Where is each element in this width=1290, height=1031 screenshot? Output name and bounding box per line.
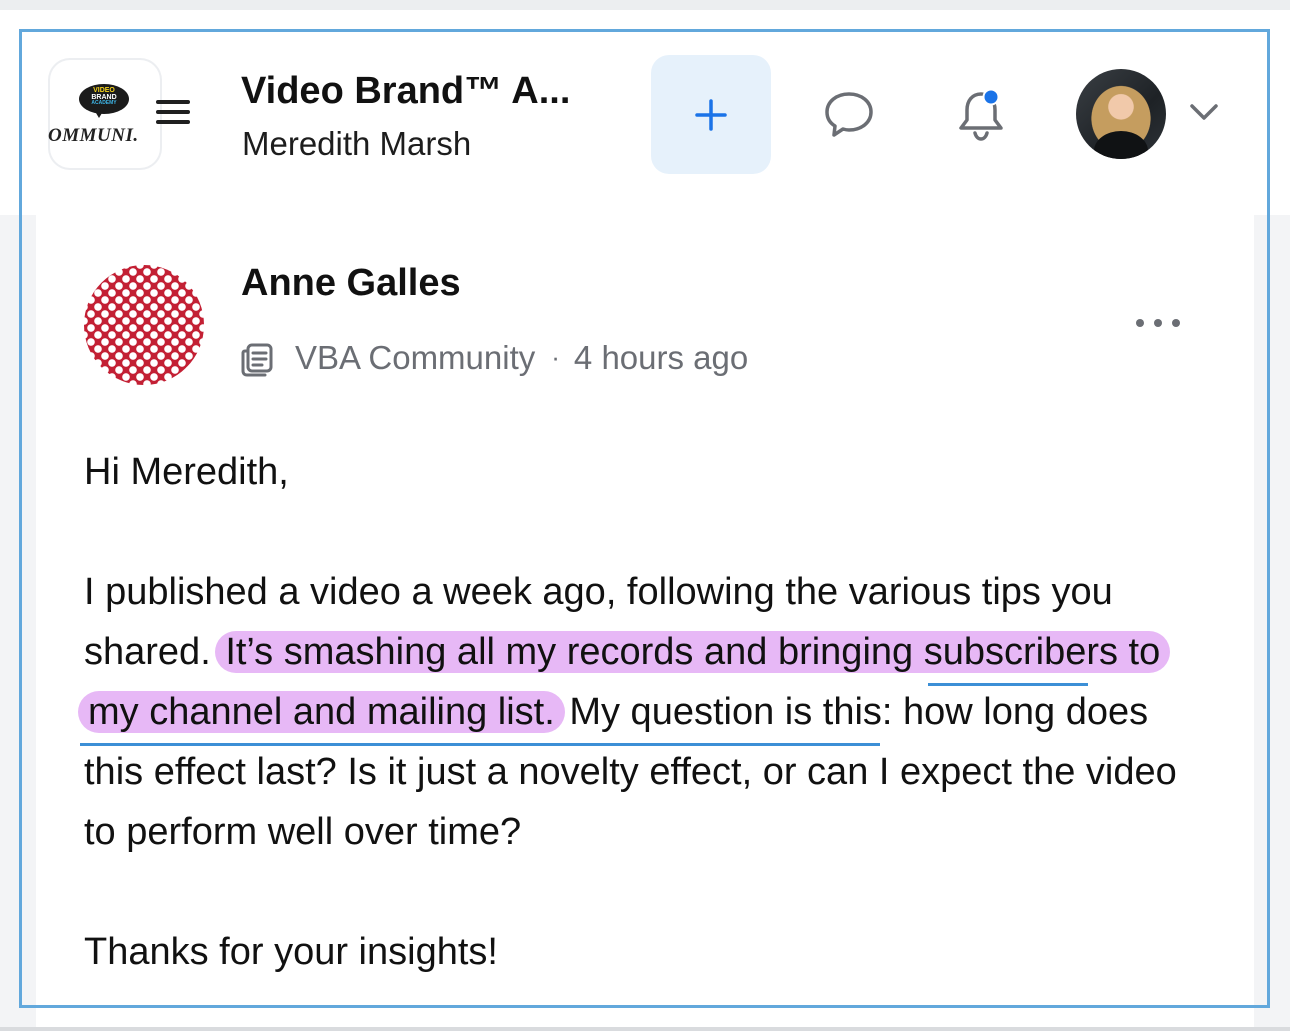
post-closing: Thanks for your insights! [84,931,498,973]
logo-wordmark: OMMUNI. [48,125,139,146]
notification-dot [982,88,1000,106]
post-greeting: Hi Meredith, [84,451,289,493]
logo-badge-text: VIDEO BRAND ACADEMY [91,87,117,106]
spellcheck-underline [928,683,1088,686]
community-title[interactable]: Video Brand™ A... [241,70,570,113]
post-meta: VBA Community · 4 hours ago [295,339,748,377]
author-avatar[interactable] [84,265,204,385]
chat-bubble-icon[interactable] [822,90,876,140]
feed-icon [241,343,273,377]
user-avatar[interactable] [1076,69,1166,159]
hamburger-menu-icon[interactable] [156,100,190,128]
post-timestamp[interactable]: 4 hours ago [574,339,748,376]
user-name: Meredith Marsh [242,125,472,162]
bottom-divider [0,1027,1290,1031]
meta-separator: · [551,342,560,372]
add-button[interactable] [651,55,771,174]
spellcheck-underline [80,743,880,746]
plus-icon [695,98,727,131]
community-logo[interactable]: VIDEO BRAND ACADEMY OMMUNI. [48,58,162,170]
bell-icon[interactable] [954,86,1008,142]
post-body: Hi Meredith, I published a video a week … [78,442,1214,982]
chevron-down-icon[interactable] [1188,100,1220,124]
space-link[interactable]: VBA Community [295,339,535,376]
post-paragraph: I published a video a week ago, followin… [78,562,1214,862]
more-options-icon[interactable] [1134,315,1182,331]
author-name[interactable]: Anne Galles [241,262,461,305]
